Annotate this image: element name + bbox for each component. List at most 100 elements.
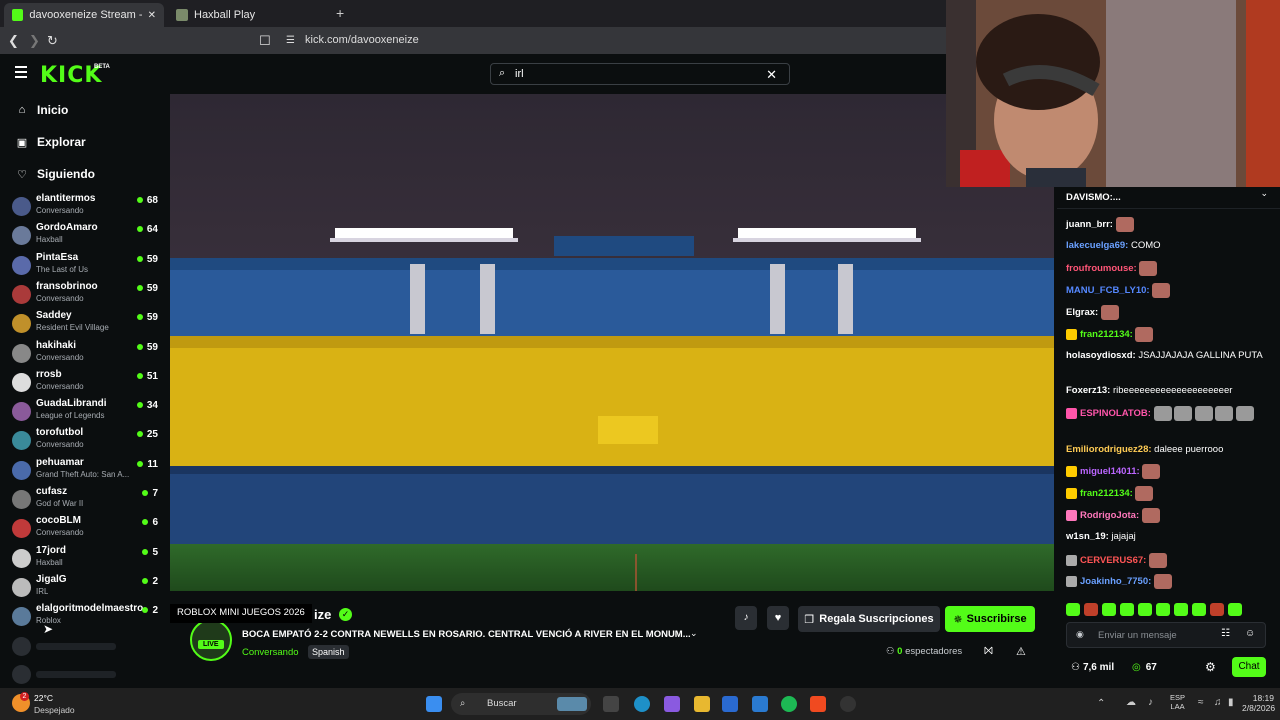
chat-send-button[interactable]: Chat	[1232, 657, 1266, 677]
sidebar-channel[interactable]: GordoAmaro Haxball 64	[0, 221, 170, 250]
clock[interactable]: 18:19 2/8/2026	[1242, 693, 1275, 713]
chat-username[interactable]: Joakinho_7750:	[1080, 576, 1151, 587]
chevron-up-icon[interactable]: ⌃	[1097, 698, 1105, 709]
emote-icon[interactable]	[1084, 603, 1098, 616]
tab-haxball[interactable]: Haxball Play	[168, 3, 328, 27]
sidebar-channel[interactable]: fransobrinoo Conversando 59	[0, 280, 170, 309]
subscribe-button[interactable]: ✵ Suscribirse	[945, 606, 1035, 632]
sidebar-channel[interactable]: pehuamar Grand Theft Auto: San A... 11	[0, 456, 170, 485]
chat-message[interactable]: Emiliorodriguez28: daleee puerrooo	[1066, 443, 1266, 457]
points-b[interactable]: ◎ 67	[1132, 662, 1157, 673]
battery-icon[interactable]: ▮	[1228, 697, 1234, 708]
chat-message[interactable]: fran212134:	[1066, 327, 1266, 342]
chat-message[interactable]: Elgrax:	[1066, 305, 1266, 320]
expand-title-icon[interactable]: ⌄	[690, 628, 698, 639]
sidebar-channel[interactable]: 17jord Haxball 5	[0, 544, 170, 573]
wifi-icon[interactable]: ≈	[1198, 697, 1204, 708]
chat-username[interactable]: miguel14011:	[1080, 466, 1140, 477]
sidebar-channel[interactable]: JigalG IRL 2	[0, 573, 170, 602]
chat-username[interactable]: froufroumouse:	[1066, 263, 1137, 274]
chat-username[interactable]: CERVERUS67:	[1080, 555, 1146, 566]
chat-message[interactable]: MANU_FCB_LY10:	[1066, 283, 1266, 298]
pinned-message[interactable]: DAVISMO:... ⌄	[1057, 187, 1280, 209]
smiley-icon[interactable]: ☺	[1245, 628, 1255, 639]
outlook-icon[interactable]	[752, 696, 768, 712]
bookmark-icon[interactable]: ☐	[259, 33, 271, 49]
tab-close-icon[interactable]: ✕	[148, 10, 156, 21]
report-icon[interactable]: ⚠	[1016, 645, 1026, 658]
sidebar-channel[interactable]: rrosb Conversando 51	[0, 368, 170, 397]
emote-icon[interactable]	[1102, 603, 1116, 616]
brave-icon[interactable]	[810, 696, 826, 712]
notification-bell-button[interactable]: ♪	[735, 606, 757, 630]
translate-icon[interactable]: ☷	[1221, 628, 1230, 639]
chat-username[interactable]: w1sn_19:	[1066, 531, 1109, 542]
chat-message[interactable]: ESPINOLATOB:	[1066, 406, 1266, 421]
store-icon[interactable]	[722, 696, 738, 712]
emoji-picker-icon[interactable]: ◉	[1076, 629, 1084, 640]
chat-username[interactable]: ESPINOLATOB:	[1080, 408, 1151, 419]
streamer-name[interactable]: ize	[314, 607, 331, 622]
volume-icon[interactable]: ♫	[1214, 697, 1222, 708]
chat-username[interactable]: juann_brr:	[1066, 219, 1113, 230]
chat-input[interactable]: ◉ Enviar un mensaje ☷ ☺	[1066, 622, 1266, 648]
task-view-icon[interactable]	[603, 696, 619, 712]
emote-icon[interactable]	[1174, 603, 1188, 616]
chat-username[interactable]: Elgrax:	[1066, 307, 1098, 318]
sidebar-channel[interactable]: hakihaki Conversando 59	[0, 339, 170, 368]
emote-icon[interactable]	[1228, 603, 1242, 616]
spotify-icon[interactable]	[781, 696, 797, 712]
emote-icon[interactable]	[1156, 603, 1170, 616]
follow-button[interactable]: ♥	[767, 606, 789, 630]
menu-icon[interactable]	[15, 66, 27, 78]
emote-icon[interactable]	[1120, 603, 1134, 616]
microphone-icon[interactable]: ♪	[1148, 697, 1153, 708]
tab-kick[interactable]: davooxeneize Stream - Watch Li ✕	[4, 3, 164, 27]
chat-username[interactable]: fran212134:	[1080, 329, 1133, 340]
points-a[interactable]: ⚇ 7,6 mil	[1071, 662, 1114, 673]
chat-message[interactable]: froufroumouse:	[1066, 261, 1266, 276]
chat-message[interactable]: holasoydiosxd: JSAJJAJAJA GALLINA PUTA	[1066, 349, 1266, 363]
chat-username[interactable]: Foxerz13:	[1066, 385, 1110, 396]
search-input[interactable]: ⌕ irl ✕	[490, 63, 790, 85]
nav-inicio[interactable]: ⌂ Inicio	[0, 94, 170, 126]
obs-icon[interactable]	[840, 696, 856, 712]
chat-message[interactable]: fran212134:	[1066, 486, 1266, 501]
nav-siguiendo[interactable]: ♡ Siguiendo	[0, 158, 170, 190]
edge-icon[interactable]	[634, 696, 650, 712]
emote-icon[interactable]	[1210, 603, 1224, 616]
sidebar-channel[interactable]: GuadaLibrandi League of Legends 34	[0, 397, 170, 426]
reload-icon[interactable]: ↻	[47, 33, 58, 49]
language-tag[interactable]: Spanish	[308, 645, 349, 659]
chat-username[interactable]: lakecuelga69:	[1066, 240, 1128, 251]
chat-message[interactable]: juann_brr:	[1066, 217, 1266, 232]
taskbar-search[interactable]: ⌕ Buscar	[451, 693, 591, 715]
emote-icon[interactable]	[1138, 603, 1152, 616]
clear-search-icon[interactable]: ✕	[766, 67, 777, 83]
stream-category[interactable]: Conversando	[242, 647, 299, 658]
url-field[interactable]: kick.com/davooxeneize	[305, 34, 419, 46]
emote-icon[interactable]	[1192, 603, 1206, 616]
sidebar-channel[interactable]: torofutbol Conversando 25	[0, 426, 170, 455]
chat-message[interactable]: CERVERUS67:	[1066, 553, 1266, 568]
sidebar-channel[interactable]: elantitermos Conversando 68	[0, 192, 170, 221]
chat-username[interactable]: MANU_FCB_LY10:	[1066, 285, 1150, 296]
chat-message[interactable]: w1sn_19: jajajaj	[1066, 530, 1266, 544]
sidebar-channel[interactable]: elalgoritmodelmaestro Roblox 2	[0, 602, 170, 631]
sidebar-channel[interactable]: Saddey Resident Evil Village 59	[0, 309, 170, 338]
cloud-icon[interactable]: ☁	[1126, 697, 1136, 708]
new-tab-button[interactable]: +	[336, 5, 344, 21]
forward-icon[interactable]: ❯	[29, 33, 40, 49]
chevron-down-icon[interactable]: ⌄	[1260, 188, 1268, 199]
video-player[interactable]	[170, 94, 1054, 591]
chat-message[interactable]: miguel14011:	[1066, 464, 1266, 479]
gift-subscriptions-button[interactable]: ❐ Regala Suscripciones	[798, 606, 940, 632]
share-icon[interactable]: ⨝	[984, 645, 993, 658]
chat-message[interactable]: Foxerz13: ribeeeeeeeeeeeeeeeeeeeer	[1066, 384, 1266, 398]
back-icon[interactable]: ❮	[8, 33, 19, 49]
chat-message[interactable]: Joakinho_7750:	[1066, 574, 1266, 589]
chat-username[interactable]: fran212134:	[1080, 488, 1133, 499]
chat-message[interactable]: lakecuelga69: COMO	[1066, 239, 1266, 253]
language-indicator[interactable]: ESP LAA	[1170, 693, 1185, 711]
file-explorer-icon[interactable]	[694, 696, 710, 712]
